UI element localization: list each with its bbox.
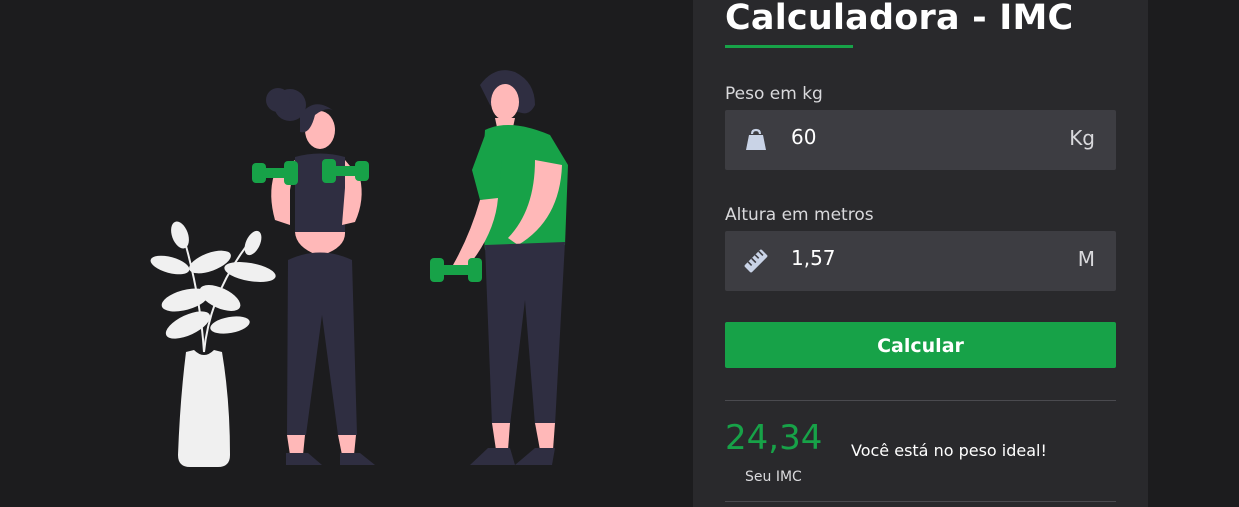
ruler-icon: [744, 249, 768, 273]
weight-input[interactable]: [791, 125, 1041, 149]
imc-label: Seu IMC: [745, 469, 802, 485]
height-unit: M: [1077, 247, 1095, 271]
height-label: Altura em metros: [725, 205, 874, 225]
calculator-panel: Calculadora - IMC Peso em kg Kg Altura e…: [693, 0, 1148, 507]
man-figure: [430, 70, 568, 465]
title-underline: [725, 45, 853, 48]
calculate-button[interactable]: Calcular: [725, 322, 1116, 368]
weight-icon: [746, 128, 766, 150]
weight-field[interactable]: Kg: [725, 110, 1116, 170]
imc-message: Você está no peso ideal!: [851, 441, 1047, 460]
right-background: [1148, 0, 1239, 507]
result-divider-bottom: [725, 501, 1116, 502]
weight-unit: Kg: [1069, 126, 1095, 150]
fitness-illustration: [150, 70, 568, 467]
imc-value: 24,34: [725, 418, 823, 458]
illustration-area: [0, 0, 693, 507]
plant-illustration: [150, 221, 276, 467]
height-field[interactable]: M: [725, 231, 1116, 291]
weight-label: Peso em kg: [725, 84, 823, 104]
result-divider-top: [725, 400, 1116, 401]
page-title: Calculadora - IMC: [725, 0, 1074, 38]
height-input[interactable]: [791, 246, 1041, 270]
